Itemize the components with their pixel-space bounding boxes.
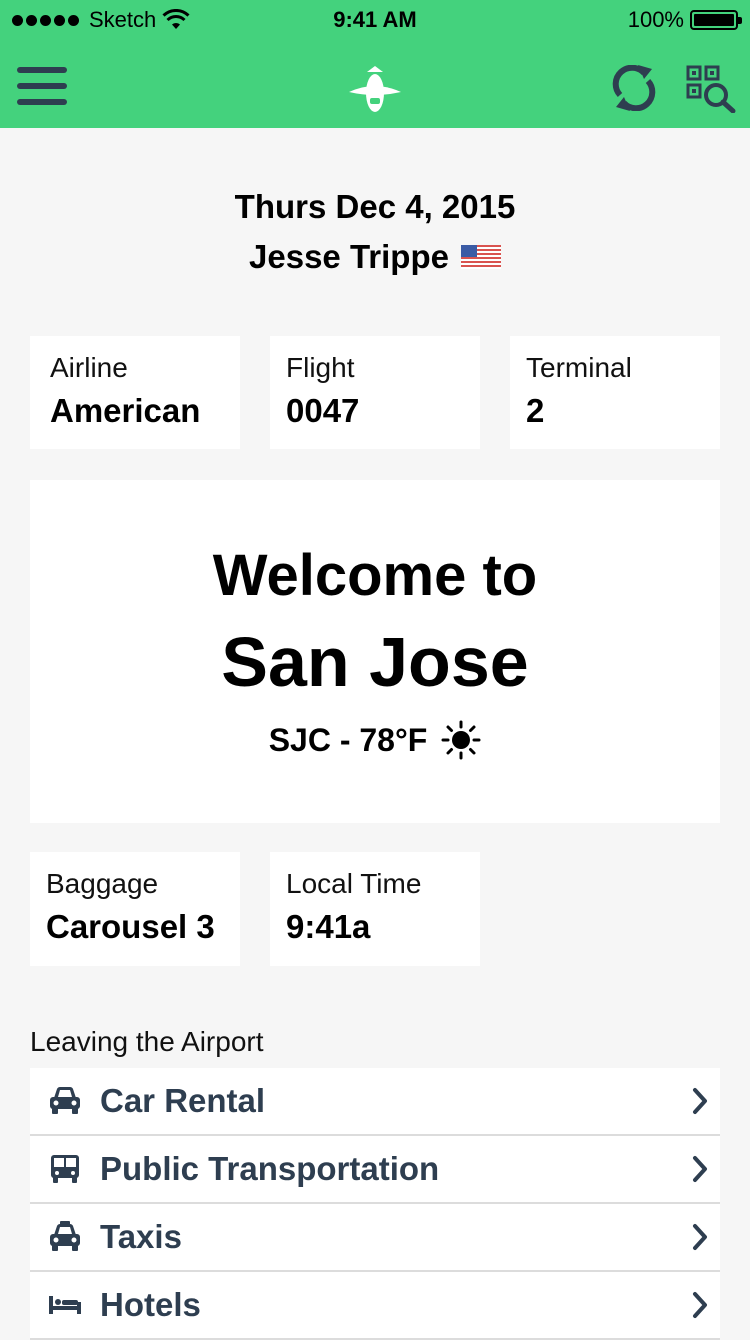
list-item-label: Taxis bbox=[100, 1218, 182, 1255]
airline-value: American bbox=[50, 392, 201, 429]
taxi-icon bbox=[50, 1221, 80, 1251]
baggage-value: Carousel 3 bbox=[46, 908, 215, 945]
leaving-options-list: Car Rental Public Transportation Taxis H… bbox=[30, 1068, 720, 1340]
bus-icon bbox=[51, 1155, 79, 1183]
welcome-text: Welcome to bbox=[212, 543, 538, 608]
list-item-label: Car Rental bbox=[100, 1082, 266, 1119]
local-time-label: Local Time bbox=[286, 868, 422, 899]
local-time-card: Local Time 9:41a bbox=[270, 852, 480, 966]
baggage-label: Baggage bbox=[46, 868, 159, 899]
car-icon bbox=[50, 1087, 80, 1114]
local-time-value: 9:41a bbox=[286, 908, 371, 945]
sun-icon bbox=[441, 720, 481, 760]
traveler-name: Jesse Trippe bbox=[249, 238, 449, 275]
terminal-card: Terminal 2 bbox=[510, 336, 720, 449]
chevron-right-icon bbox=[693, 1292, 707, 1318]
list-item-public-transportation[interactable]: Public Transportation bbox=[30, 1136, 720, 1204]
traveler-name-row: Jesse Trippe bbox=[0, 238, 750, 276]
airline-label: Airline bbox=[50, 352, 128, 383]
flight-label: Flight bbox=[286, 352, 355, 383]
hamburger-icon bbox=[17, 67, 67, 105]
menu-button[interactable] bbox=[14, 64, 70, 108]
leaving-section-title: Leaving the Airport bbox=[30, 1026, 264, 1057]
terminal-value: 2 bbox=[526, 392, 545, 429]
refresh-button[interactable] bbox=[606, 62, 662, 114]
terminal-label: Terminal bbox=[526, 352, 632, 383]
us-flag-icon bbox=[460, 245, 501, 269]
airline-card: Airline American bbox=[30, 336, 240, 449]
weather-row: SJC - 78°F bbox=[30, 720, 720, 760]
battery-icon bbox=[690, 10, 742, 30]
status-bar: Sketch 9:41 AM 100% bbox=[0, 0, 750, 40]
battery-status: 100% bbox=[627, 7, 742, 33]
scan-button[interactable] bbox=[684, 62, 738, 116]
list-item-label: Hotels bbox=[100, 1286, 201, 1323]
baggage-card: Baggage Carousel 3 bbox=[30, 852, 240, 966]
destination-city: San Jose bbox=[221, 623, 529, 701]
flight-card: Flight 0047 bbox=[270, 336, 480, 449]
flight-value: 0047 bbox=[286, 392, 360, 429]
top-bar: Sketch 9:41 AM 100% bbox=[0, 0, 750, 128]
list-item-label: Public Transportation bbox=[100, 1150, 440, 1187]
navigation-bar bbox=[0, 40, 750, 128]
bed-icon bbox=[49, 1296, 81, 1314]
qr-search-icon bbox=[686, 65, 736, 113]
list-item-car-rental[interactable]: Car Rental bbox=[30, 1068, 720, 1136]
chevron-right-icon bbox=[693, 1156, 707, 1182]
welcome-card: Welcome to San Jose SJC - 78°F bbox=[30, 480, 720, 823]
chevron-right-icon bbox=[693, 1224, 707, 1250]
app-logo bbox=[345, 62, 405, 118]
plane-icon bbox=[349, 66, 401, 112]
list-item-hotels[interactable]: Hotels bbox=[30, 1272, 720, 1340]
trip-date: Thurs Dec 4, 2015 bbox=[234, 188, 516, 225]
battery-percent: 100% bbox=[627, 7, 684, 32]
list-item-taxis[interactable]: Taxis bbox=[30, 1204, 720, 1272]
weather-text: SJC - 78°F bbox=[268, 721, 428, 758]
chevron-right-icon bbox=[693, 1088, 707, 1114]
refresh-icon bbox=[612, 65, 656, 111]
